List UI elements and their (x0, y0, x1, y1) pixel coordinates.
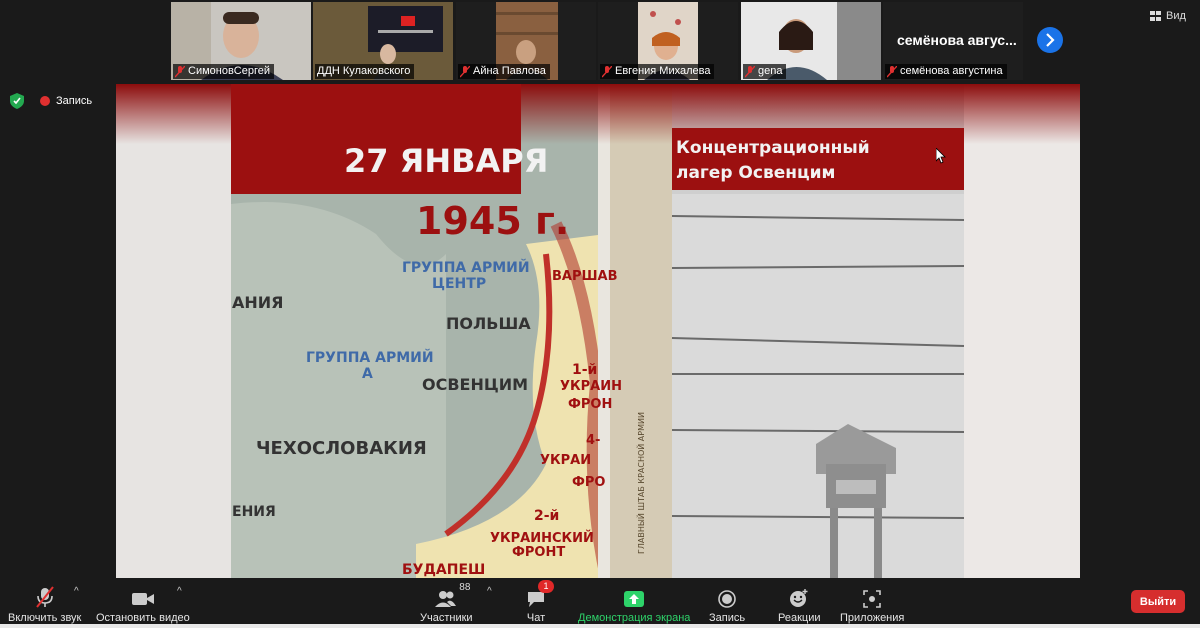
mic-off-icon (745, 65, 755, 77)
map-label: ОСВЕНЦИМ (422, 375, 528, 394)
map-label: ЧЕХОСЛОВАКИЯ (256, 438, 427, 459)
participant-count: 88 (459, 582, 471, 593)
participant-name: семёнова августина (900, 65, 1003, 77)
grid-view-icon (1150, 11, 1161, 21)
mic-off-icon (887, 65, 897, 77)
participant-name-tag: gena (743, 64, 787, 79)
map-label: А (362, 366, 373, 382)
participant-tile[interactable]: СимоновСергей (171, 2, 311, 80)
map-label: 4- (586, 433, 600, 448)
video-camera-icon (131, 593, 154, 605)
chat-button[interactable]: 1 Чат (526, 580, 554, 624)
map-label: ФРОНТ (512, 545, 565, 560)
map-label: 2-й (534, 508, 559, 524)
map-label: ЕНИЯ (232, 504, 276, 520)
participant-tile[interactable]: gena (741, 2, 881, 80)
map-label: ПОЛЬША (446, 314, 531, 333)
participant-name: gena (758, 65, 783, 77)
map-label: ВАРШАВ (552, 269, 618, 284)
participants-icon (435, 591, 457, 607)
mouse-pointer-icon (936, 148, 946, 164)
apps-icon (863, 590, 881, 608)
map-label: БУДАПЕШ (402, 562, 485, 578)
participant-strip: СимоновСергей ДДН Кулаковского Айна Павл… (0, 0, 1200, 84)
camp-title-line-1: Концентрационный (676, 138, 870, 158)
participant-name: ДДН Кулаковского (317, 65, 411, 77)
apps-label: Приложения (840, 612, 905, 624)
apps-button[interactable]: Приложения (840, 584, 904, 624)
participant-name: Айна Павлова (473, 65, 546, 77)
record-label: Запись (709, 612, 746, 624)
stop-video-label: Остановить видео (96, 612, 190, 624)
book-spine-text: ГЛАВНЫЙ ШТАБ КРАСНОЙ АРМИИ (635, 412, 646, 554)
participant-name-tag: семёнова августина (885, 64, 1007, 79)
date-line-1: 27 ЯНВАРЯ (344, 142, 548, 180)
view-button[interactable]: Вид (1150, 10, 1186, 22)
participant-tile[interactable]: Айна Павлова (456, 2, 596, 80)
mic-off-icon (175, 65, 185, 77)
record-button[interactable]: Запись (709, 584, 745, 624)
participant-display-name: семёнова авгус... (897, 32, 1017, 48)
leave-meeting-button[interactable]: Выйти (1131, 590, 1185, 613)
leave-label: Выйти (1139, 595, 1177, 608)
shared-screen: ГРУППА АРМИЙ ЦЕНТР ПОЛЬША ГРУППА АРМИЙ А… (116, 84, 1080, 578)
encryption-shield-icon[interactable] (10, 93, 24, 109)
mic-off-icon (602, 65, 612, 77)
participant-tile-active-speaker[interactable]: ДДН Кулаковского (313, 2, 453, 80)
microphone-muted-icon (35, 586, 54, 608)
meeting-toolbar: Включить звук ^ Остановить видео ^ 88 Уч… (0, 578, 1200, 628)
reactions-button[interactable]: Реакции (778, 584, 821, 624)
mic-off-icon (460, 65, 470, 77)
participants-button[interactable]: 88 Участники (420, 582, 473, 624)
map-label: АНИЯ (232, 293, 283, 312)
participants-label: Участники (420, 612, 473, 624)
participant-name-tag: Евгения Михалева (600, 64, 715, 79)
participant-name: СимоновСергей (188, 65, 271, 77)
record-icon (718, 590, 736, 608)
participant-tile[interactable]: Евгения Михалева (598, 2, 738, 80)
unmute-label: Включить звук (8, 612, 82, 624)
recording-indicator[interactable]: Запись (40, 95, 92, 107)
map-label: УКРАИ (540, 453, 591, 468)
map-label: ЦЕНТР (432, 276, 486, 292)
video-options-chevron-icon[interactable]: ^ (177, 586, 182, 597)
map-label: УКРАИНСКИЙ (490, 530, 594, 546)
participant-name: Евгения Михалева (615, 65, 711, 77)
participant-name-tag: Айна Павлова (458, 64, 550, 79)
next-page-button[interactable] (1037, 27, 1063, 53)
participant-name-tag: СимоновСергей (173, 64, 275, 79)
share-screen-button[interactable]: Демонстрация экрана (578, 584, 690, 624)
recording-label: Запись (56, 95, 93, 107)
audio-options-chevron-icon[interactable]: ^ (74, 586, 79, 597)
participants-options-chevron-icon[interactable]: ^ (487, 586, 492, 597)
chat-label: Чат (526, 612, 546, 624)
map-label: 1-й (572, 362, 597, 378)
unmute-button[interactable]: Включить звук (8, 584, 81, 624)
camp-title-line-2: лагер Освенцим (676, 163, 835, 183)
participant-tile-no-video[interactable]: семёнова авгус... семёнова августина (883, 2, 1023, 80)
chat-unread-badge: 1 (538, 580, 554, 593)
participant-name-tag: ДДН Кулаковского (315, 64, 415, 79)
share-screen-icon (624, 591, 645, 607)
record-dot-icon (40, 96, 50, 106)
window-bottom-edge (0, 624, 1200, 628)
date-line-2: 1945 г. (416, 199, 569, 243)
map-label: ГРУППА АРМИЙ (306, 349, 434, 366)
map-label: ГРУППА АРМИЙ (402, 259, 530, 276)
view-button-label: Вид (1166, 10, 1186, 22)
smiley-icon (790, 589, 808, 607)
chevron-right-icon (1046, 33, 1055, 47)
stop-video-button[interactable]: Остановить видео (96, 584, 190, 624)
map-label: ФРО (572, 475, 605, 490)
reactions-label: Реакции (778, 612, 821, 624)
map-label: УКРАИН (560, 379, 622, 394)
share-screen-label: Демонстрация экрана (578, 612, 691, 624)
map-label: ФРОН (568, 397, 612, 412)
